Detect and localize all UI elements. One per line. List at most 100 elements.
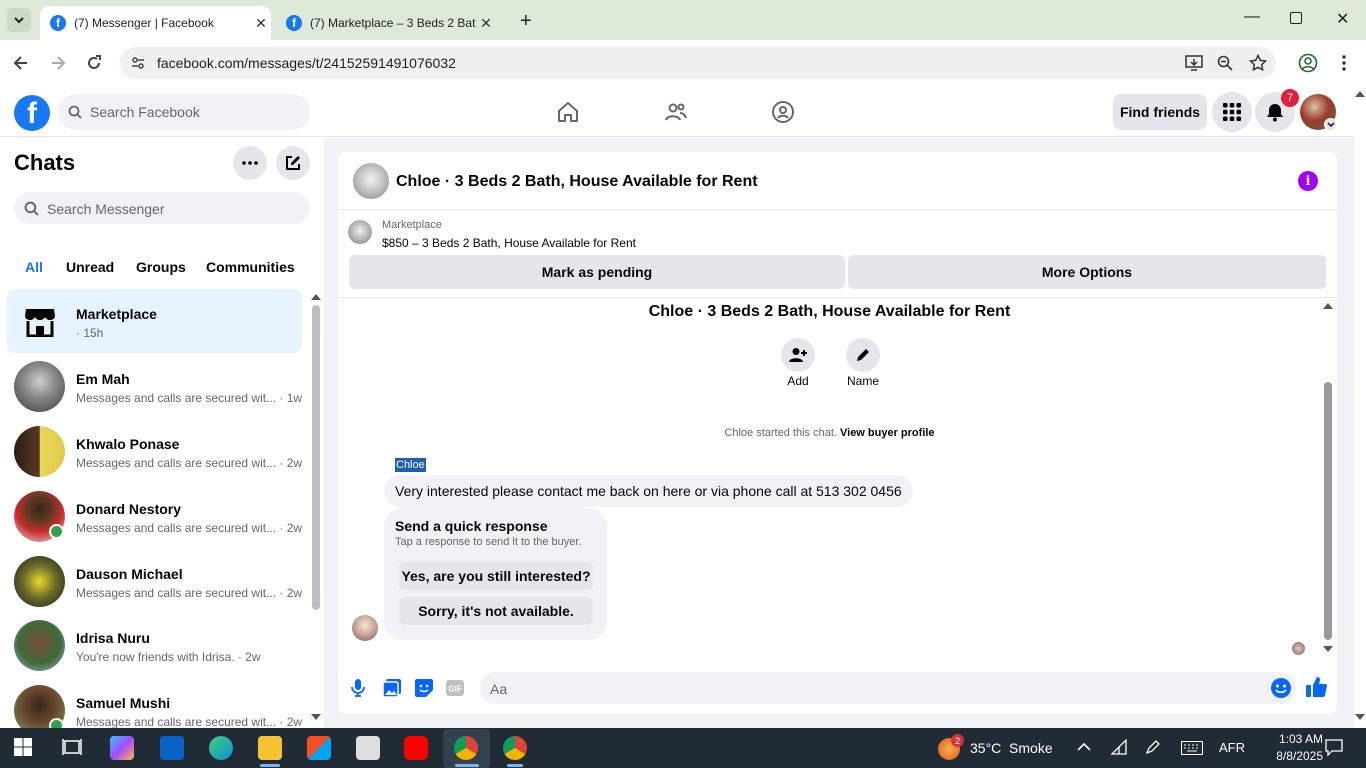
view-buyer-profile-link[interactable]: View buyer profile [840,427,935,439]
start-button[interactable] [14,738,32,756]
listing-thumbnail[interactable] [353,163,389,199]
close-tab-icon[interactable]: ✕ [251,15,271,32]
tab-search-button[interactable] [7,8,31,32]
reload-button[interactable] [85,54,103,72]
menu-button[interactable] [1212,92,1252,132]
forward-button[interactable] [49,54,67,72]
filter-communities[interactable]: Communities [206,259,295,275]
thread-scrollbar[interactable] [1324,382,1332,640]
attach-photo-button[interactable] [383,679,401,697]
language-indicator[interactable]: AFR [1219,740,1245,755]
conversation-title[interactable]: Chloe · 3 Beds 2 Bath, House Available f… [396,173,758,191]
send-like-button[interactable] [1306,676,1328,698]
page-scroll-up-icon[interactable] [1355,91,1365,97]
facebook-logo-icon[interactable]: f [14,95,50,131]
chats-scroll-up-icon[interactable] [311,294,321,300]
chat-row-marketplace[interactable]: Marketplace · 15h [7,289,302,353]
windows-logo-icon [14,738,32,756]
find-friends-button[interactable]: Find friends [1113,94,1207,130]
edge-icon[interactable] [209,736,233,760]
outlook-icon[interactable] [160,736,184,760]
zoom-icon[interactable] [1217,55,1233,71]
nav-home[interactable] [556,100,580,124]
search-icon [68,105,82,119]
nav-groups[interactable] [771,100,795,124]
chat-row-samuel-mushi[interactable]: Samuel Mushi Messages and calls are secu… [7,678,302,728]
contact-avatar [14,361,65,412]
chat-options-button[interactable] [233,146,267,180]
chat-row-idrisa-nuru[interactable]: Idrisa Nuru You're now friends with Idri… [7,613,302,677]
chrome-profile-icon[interactable] [503,736,527,760]
add-people-button[interactable] [781,338,815,372]
tab-marketplace[interactable]: f (7) Marketplace – 3 Beds 2 Bath ✕ [276,6,504,40]
chats-scrollbar[interactable] [312,305,320,610]
sender-avatar[interactable] [352,615,378,641]
filter-all[interactable]: All [25,259,43,275]
name-chat-button[interactable] [846,338,880,372]
home-icon [558,102,578,122]
chat-row-donard-nestory[interactable]: Donard Nestory Messages and calls are se… [7,484,302,548]
nav-friends[interactable] [664,100,688,124]
copilot-icon[interactable] [110,736,134,760]
chats-scroll-down-icon[interactable] [311,714,321,720]
new-tab-button[interactable]: + [520,10,532,33]
filter-groups[interactable]: Groups [136,259,186,275]
tray-overflow-icon[interactable] [1077,742,1091,752]
conversation-panel: Chloe · 3 Beds 2 Bath, House Available f… [338,152,1337,714]
clock[interactable]: 1:03 AM 8/8/2025 [1271,731,1323,765]
conversation-info-button[interactable]: i [1298,171,1318,191]
thread-scroll-up-icon[interactable] [1323,303,1333,309]
site-info-icon[interactable] [130,55,146,71]
notification-center-icon[interactable] [1325,739,1343,756]
emoji-icon[interactable] [1271,678,1291,698]
chat-snippet: You're now friends with Idrisa. · 2w [76,650,261,664]
weather-text[interactable]: 35°C Smoke [970,740,1053,756]
chat-row-khwalo-ponase[interactable]: Khwalo Ponase Messages and calls are sec… [7,419,302,483]
chat-row-dauson-michael[interactable]: Dauson Michael Messages and calls are se… [7,549,302,613]
active-app-indicator [507,764,523,767]
new-message-button[interactable] [276,146,310,180]
install-app-icon[interactable] [1185,55,1203,71]
voice-clip-button[interactable] [351,679,365,697]
back-button[interactable] [12,54,30,72]
message-bubble[interactable]: Very interested please contact me back o… [384,475,913,507]
more-options-button[interactable]: More Options [848,255,1326,289]
chat-row-em-mah[interactable]: Em Mah Messages and calls are secured wi… [7,354,302,418]
bookmark-star-icon[interactable] [1249,54,1267,72]
close-window-button[interactable]: ✕ [1336,9,1349,29]
contact-avatar [14,556,65,607]
filter-unread[interactable]: Unread [66,259,114,275]
account-chevron-icon[interactable] [1324,118,1337,131]
chat-snippet: Messages and calls are secured wit... · … [76,456,303,470]
quick-response-option[interactable]: Yes, are you still interested? [399,562,593,590]
sticker-button[interactable] [415,679,433,697]
chat-snippet: · 15h [76,326,104,340]
messenger-search-input[interactable]: Search Messenger [14,192,310,224]
microsoft-store-icon[interactable] [307,736,331,760]
browser-menu-icon[interactable] [1342,55,1346,71]
file-explorer-icon[interactable] [258,736,282,760]
pen-icon[interactable] [1145,739,1161,755]
task-view-button[interactable] [62,738,82,756]
close-tab-icon[interactable]: ✕ [476,15,496,32]
message-input[interactable]: Aa [480,672,1296,704]
chrome-icon[interactable] [454,736,478,760]
quick-response-option[interactable]: Sorry, it's not available. [399,597,593,625]
friends-icon [665,103,687,121]
profile-icon[interactable] [1298,53,1318,73]
youtube-icon[interactable] [404,736,428,760]
tab-messenger[interactable]: f (7) Messenger | Facebook ✕ [40,6,271,40]
gif-button[interactable]: GIF [446,680,464,696]
mark-as-pending-button[interactable]: Mark as pending [349,255,845,289]
calendar-app-icon[interactable] [356,736,380,760]
listing-title[interactable]: $850 – 3 Beds 2 Bath, House Available fo… [382,236,636,250]
network-icon[interactable] [1111,739,1127,755]
maximize-button[interactable] [1290,12,1302,24]
listing-small-thumbnail[interactable] [348,220,372,244]
minimize-button[interactable]: — [1244,8,1260,26]
page-scroll-down-icon[interactable] [1355,714,1365,720]
facebook-search-input[interactable]: Search Facebook [58,94,310,130]
keyboard-icon[interactable] [1181,741,1203,755]
thread-scroll-down-icon[interactable] [1323,646,1333,652]
arrow-left-icon [13,56,27,70]
